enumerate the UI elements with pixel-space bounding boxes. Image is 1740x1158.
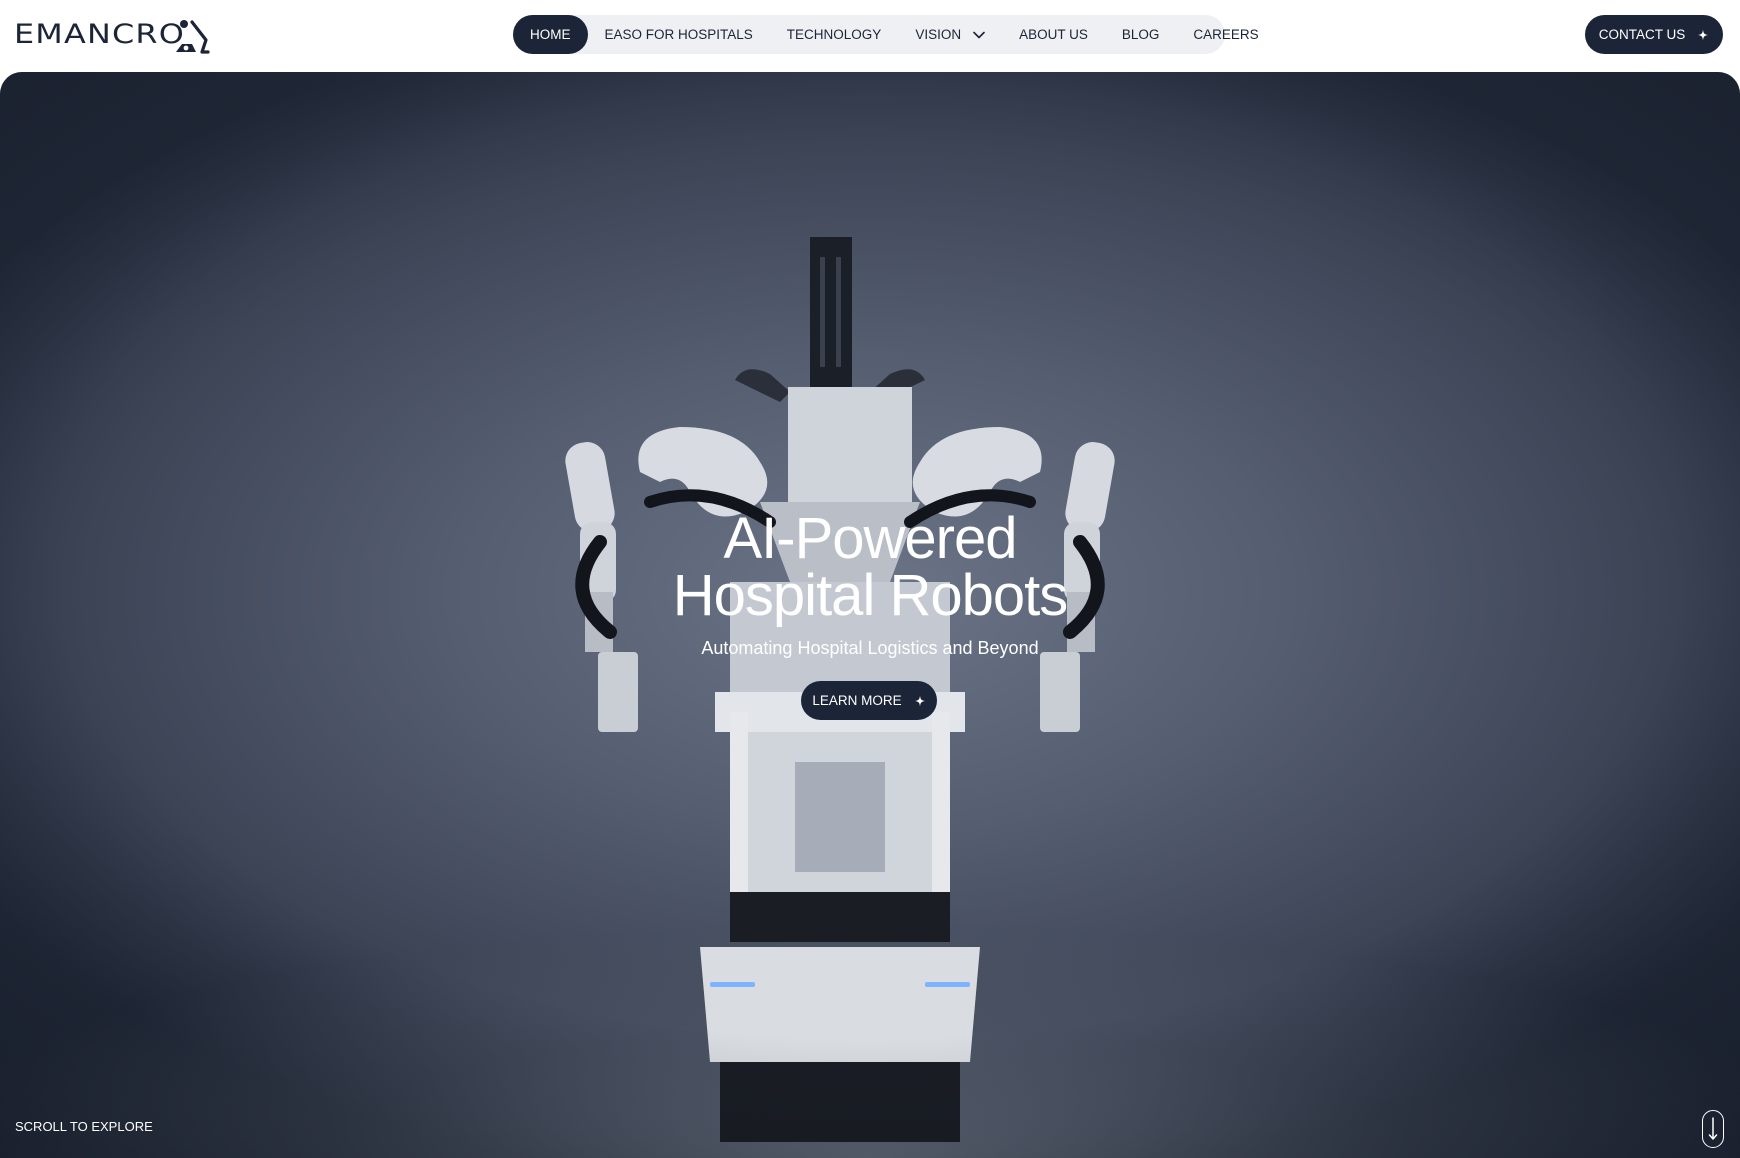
nav-item-label: HOME xyxy=(530,27,571,42)
scroll-to-explore-label: SCROLL TO EXPLORE xyxy=(15,1119,153,1134)
nav-item-vision[interactable]: VISION xyxy=(898,15,1002,54)
hero-subtitle: Automating Hospital Logistics and Beyond xyxy=(701,638,1039,658)
logo-robot-mark-icon xyxy=(176,20,210,54)
hero-section: AI-Powered Hospital Robots Automating Ho… xyxy=(0,72,1740,1158)
nav-item-easo-for-hospitals[interactable]: EASO FOR HOSPITALS xyxy=(588,15,770,54)
sparkle-icon xyxy=(914,695,926,706)
nav-item-blog[interactable]: BLOG xyxy=(1105,15,1177,54)
nav-item-technology[interactable]: TECHNOLOGY xyxy=(770,15,899,54)
learn-more-label: LEARN MORE xyxy=(812,693,902,708)
nav-item-label: TECHNOLOGY xyxy=(786,27,882,42)
contact-us-button[interactable]: CONTACT US xyxy=(1585,15,1723,54)
nav-item-label: VISION xyxy=(915,27,962,42)
scroll-down-button[interactable] xyxy=(1702,1110,1724,1148)
site-header: EMANCRO HOME EASO FOR HOSPITALS TECHNOLO… xyxy=(0,0,1740,72)
arrow-down-icon xyxy=(1708,1117,1718,1140)
learn-more-button[interactable]: LEARN MORE xyxy=(801,681,937,720)
logo-text: EMANCRO xyxy=(14,18,185,50)
hero-title-line-1: AI-Powered xyxy=(723,506,1017,571)
nav-item-label: EASO FOR HOSPITALS xyxy=(604,27,753,42)
hero-title-line-2: Hospital Robots xyxy=(672,563,1068,628)
logo[interactable]: EMANCRO xyxy=(14,14,210,54)
contact-us-label: CONTACT US xyxy=(1598,27,1686,42)
nav-item-label: ABOUT US xyxy=(1019,27,1088,42)
nav-item-careers[interactable]: CAREERS xyxy=(1176,15,1275,54)
sparkle-icon xyxy=(1697,29,1709,40)
nav-item-label: BLOG xyxy=(1121,27,1160,42)
nav-item-label: CAREERS xyxy=(1193,27,1259,42)
hero-title: AI-Powered Hospital Robots xyxy=(0,506,1740,628)
main-nav: HOME EASO FOR HOSPITALS TECHNOLOGY VISIO… xyxy=(513,15,1259,54)
chevron-down-icon xyxy=(973,31,985,38)
nav-item-home[interactable]: HOME xyxy=(513,15,588,54)
nav-item-about-us[interactable]: ABOUT US xyxy=(1002,15,1105,54)
